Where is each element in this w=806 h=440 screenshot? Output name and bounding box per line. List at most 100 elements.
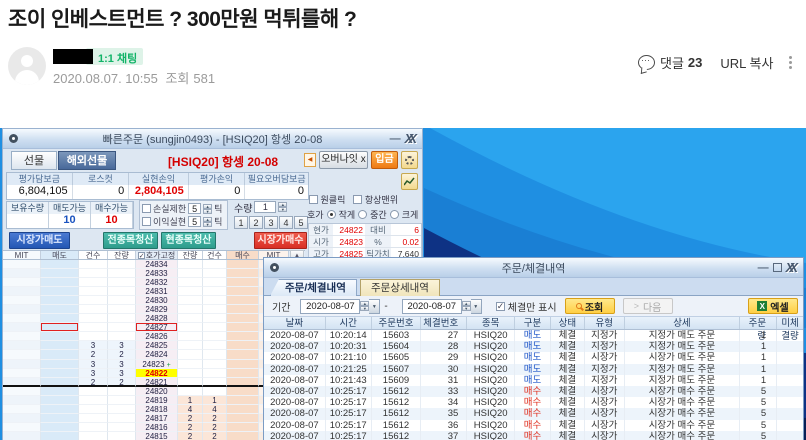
qty-button-1[interactable]: 1 (234, 216, 248, 229)
price-cell[interactable]: 24819 (136, 396, 178, 405)
mit-sell-cell[interactable] (3, 350, 41, 359)
date-to-dropdown-icon[interactable]: ▼ (471, 299, 482, 314)
buy-order-cell[interactable] (227, 278, 259, 287)
sell-order-cell[interactable] (41, 378, 79, 387)
price-cell[interactable]: 24818 (136, 405, 178, 414)
qty-button-2[interactable]: 2 (249, 216, 263, 229)
mit-sell-cell[interactable] (3, 378, 41, 387)
price-cell[interactable]: 24829 (136, 305, 178, 314)
buy-order-cell[interactable] (227, 341, 259, 350)
quantity-input[interactable]: 1 (254, 201, 276, 213)
comments-label[interactable]: 댓글 (660, 53, 684, 72)
sell-order-cell[interactable] (41, 432, 79, 440)
buy-order-cell[interactable] (227, 423, 259, 432)
sell-order-cell[interactable] (41, 296, 79, 305)
sell-order-cell[interactable] (41, 396, 79, 405)
price-cell[interactable]: 24825 (136, 341, 178, 350)
mit-sell-cell[interactable] (3, 387, 41, 396)
symbol-dropdown-icon[interactable]: ◀ (304, 153, 316, 167)
buy-order-cell[interactable] (227, 296, 259, 305)
price-cell[interactable]: 24828 (136, 314, 178, 323)
sell-order-cell[interactable] (41, 332, 79, 341)
mit-sell-cell[interactable] (3, 269, 41, 278)
minimize-icon[interactable]: — (390, 134, 401, 144)
table-row[interactable]: 2020-08-07 10:21:10 15605 29 HSIQ20 매도 체… (264, 352, 803, 363)
tab-order-detail[interactable]: 주문상세내역 (360, 279, 440, 296)
excel-button[interactable]: 엑셀 (748, 298, 798, 314)
search-button[interactable]: 조회 (565, 298, 615, 314)
sell-order-cell[interactable] (41, 260, 79, 269)
comments-count[interactable]: 23 (688, 55, 702, 70)
buy-order-cell[interactable] (227, 269, 259, 278)
mit-sell-cell[interactable] (3, 360, 41, 369)
buy-order-cell[interactable] (227, 432, 259, 440)
chart-button[interactable] (401, 173, 418, 190)
price-cell[interactable]: 24834 (136, 260, 178, 269)
deposit-button[interactable]: 입금 (371, 151, 398, 169)
mit-sell-cell[interactable] (3, 323, 41, 332)
minimize-icon[interactable]: — (758, 263, 769, 273)
size-small-radio[interactable] (327, 210, 336, 219)
stop-loss-ticks-input[interactable]: 5 (188, 203, 201, 214)
mit-sell-cell[interactable] (3, 405, 41, 414)
more-menu-icon[interactable] (789, 54, 793, 71)
take-profit-spinner[interactable] (203, 217, 212, 227)
table-row[interactable]: 2020-08-07 10:21:25 15607 30 HSIQ20 매도 체… (264, 364, 803, 375)
mit-sell-cell[interactable] (3, 414, 41, 423)
restore-icon[interactable] (773, 263, 782, 272)
mit-sell-cell[interactable] (3, 287, 41, 296)
buy-order-cell[interactable] (227, 287, 259, 296)
sell-order-cell[interactable] (41, 278, 79, 287)
size-large-radio[interactable] (390, 210, 399, 219)
mit-sell-cell[interactable] (3, 332, 41, 341)
quantity-spinner[interactable] (278, 202, 287, 212)
price-cell[interactable]: 24817 (136, 414, 178, 423)
qty-button-5[interactable]: 5 (294, 216, 308, 229)
one-click-checkbox[interactable] (309, 195, 318, 204)
sell-order-cell[interactable] (41, 360, 79, 369)
mit-sell-cell[interactable] (3, 341, 41, 350)
table-row[interactable]: 2020-08-07 10:25:17 15612 33 HSIQ20 매수 체… (264, 386, 803, 397)
buy-order-cell[interactable] (227, 414, 259, 423)
sell-order-cell[interactable] (41, 423, 79, 432)
take-profit-ticks-input[interactable]: 5 (188, 216, 201, 227)
buy-order-cell[interactable] (227, 260, 259, 269)
price-cell[interactable]: 24822 (136, 369, 178, 378)
mit-sell-cell[interactable] (3, 314, 41, 323)
size-medium-radio[interactable] (358, 210, 367, 219)
price-cell[interactable]: 24820 (136, 387, 178, 396)
sell-order-cell[interactable] (41, 350, 79, 359)
buy-order-cell[interactable] (227, 378, 259, 387)
price-cell[interactable]: 24827 (136, 323, 178, 332)
price-cell[interactable]: 24823 (136, 360, 178, 369)
buy-order-cell[interactable] (227, 405, 259, 414)
price-cell[interactable]: 24832 (136, 278, 178, 287)
qty-button-3[interactable]: 3 (264, 216, 278, 229)
buy-order-cell[interactable] (227, 369, 259, 378)
market-buy-button[interactable]: 시장가매수 (254, 232, 307, 249)
tab-overseas-futures[interactable]: 해외선물 (58, 151, 116, 170)
market-sell-button[interactable]: 시장가매도 (9, 232, 70, 249)
table-row[interactable]: 2020-08-07 10:20:31 15604 28 HSIQ20 매도 체… (264, 341, 803, 352)
price-cell[interactable]: 24815 (136, 432, 178, 440)
sell-order-cell[interactable] (41, 323, 79, 332)
close-icon[interactable]: XX (405, 131, 417, 146)
sell-order-cell[interactable] (41, 369, 79, 378)
next-button[interactable]: > 다음 (623, 298, 673, 314)
date-from-spinner[interactable] (360, 301, 369, 311)
buy-order-cell[interactable] (227, 387, 259, 396)
tab-order-history[interactable]: 주문/체결내역 (270, 279, 357, 296)
sell-order-cell[interactable] (41, 414, 79, 423)
date-to-spinner[interactable] (462, 301, 471, 311)
price-cell[interactable]: 24821 (136, 378, 178, 387)
filled-only-checkbox[interactable] (496, 302, 505, 311)
mit-sell-cell[interactable] (3, 260, 41, 269)
stop-loss-spinner[interactable] (203, 204, 212, 214)
sell-order-cell[interactable] (41, 314, 79, 323)
buy-order-cell[interactable] (227, 350, 259, 359)
liquidate-current-button[interactable]: 현종목청산 (161, 232, 216, 249)
settings-button[interactable] (401, 151, 418, 169)
order-history-titlebar[interactable]: 주문/체결내역 — XX (264, 258, 803, 278)
price-cell[interactable]: 24830 (136, 296, 178, 305)
date-from-dropdown-icon[interactable]: ▼ (369, 299, 380, 314)
